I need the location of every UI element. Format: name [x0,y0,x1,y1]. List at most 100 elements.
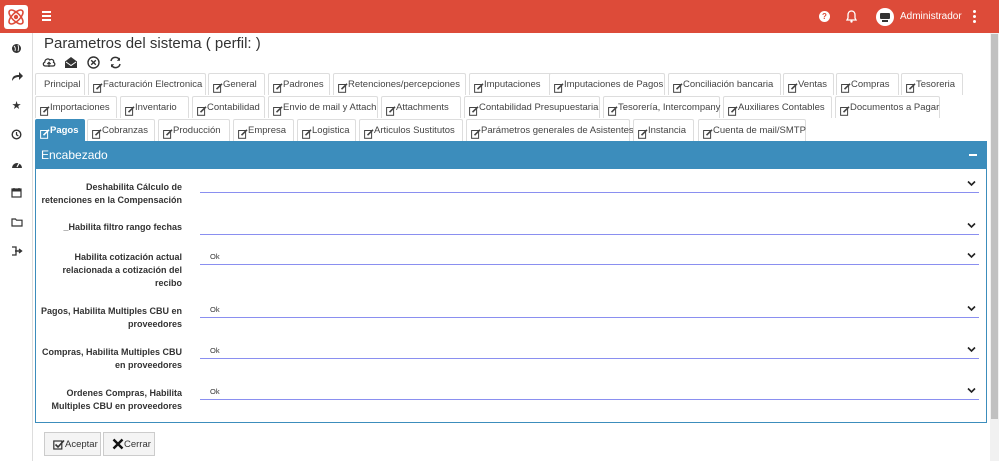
share-icon[interactable] [10,70,23,83]
tab-padrones[interactable]: Padrones [268,73,330,95]
tab-empresa[interactable]: Empresa [233,119,294,141]
tab-general[interactable]: General [208,73,265,95]
field-label-line: retenciones en la Compensación [41,195,182,205]
tab-imputaciones[interactable]: Imputaciones [469,73,552,95]
edit-icon [238,126,248,139]
collapse-icon[interactable] [969,154,977,156]
edit-icon [386,103,396,116]
user-avatar[interactable] [876,8,894,26]
field-label-line: Multiples CBU en proveedores [51,401,182,411]
field-select-value: Ok [210,346,220,355]
tab-principal[interactable]: Principal [35,73,85,95]
tab-label: Importaciones [50,102,110,113]
field-label: _Habilita filtro rango fechas [63,221,182,234]
chevron-down-icon[interactable] [967,304,976,315]
chevron-down-icon[interactable] [967,179,976,190]
edit-icon [638,126,648,139]
tab-tesorería-intercompany[interactable]: Tesorería, Intercompany [603,96,720,118]
bell-icon[interactable] [845,10,858,26]
tab-label: Inventario [135,102,177,113]
tab-logistica[interactable]: Logistica [297,119,356,141]
field-label-line: Pagos, Habilita Multiples CBU en [40,306,182,316]
menu-toggle-icon[interactable] [42,11,51,21]
close-button[interactable]: Cerrar [103,432,155,456]
field-label-line: en proveedores [114,360,182,370]
page-scrollbar-thumb[interactable] [991,34,998,419]
chevron-down-icon[interactable] [967,386,976,397]
tab-compras[interactable]: Compras [836,73,899,95]
edit-icon [92,126,102,139]
edit-icon [197,103,207,116]
chevron-down-icon[interactable] [967,251,976,262]
tab-label: Producción [173,125,221,136]
close-icon [112,438,124,450]
tab-tesoreria[interactable]: Tesoreria [901,73,963,95]
tab-importaciones[interactable]: Importaciones [35,96,117,118]
calendar-icon[interactable] [10,186,23,199]
accept-button[interactable]: Aceptar [44,432,101,456]
edit-icon [302,126,312,139]
edit-icon [213,80,223,93]
mail-open-icon[interactable] [64,55,78,69]
tab-contabilidad[interactable]: Contabilidad [192,96,265,118]
tab-producción[interactable]: Producción [158,119,230,141]
tab-ventas[interactable]: Ventas [783,73,834,95]
tab-contabilidad-presupuestaria[interactable]: Contabilidad Presupuestaria [464,96,600,118]
globe-icon[interactable] [10,42,23,55]
field-select[interactable] [200,177,979,193]
field-select[interactable]: Ok [200,249,979,265]
tab-pagos[interactable]: Pagos [35,119,85,141]
star-icon[interactable]: ★ [10,99,23,112]
tab-label: Contabilidad Presupuestaria [479,102,599,113]
tab-label: Ventas [798,79,828,90]
app-logo[interactable] [4,5,28,29]
tab-cuenta-de-mail-smtp[interactable]: Cuenta de mail/SMTP [698,119,806,141]
field-select[interactable]: Ok [200,302,979,318]
check-square-icon [53,439,65,450]
clock-icon[interactable] [10,128,23,141]
tab-imputaciones-de-pagos[interactable]: Imputaciones de Pagos [549,73,665,95]
edit-icon [673,80,683,93]
tab-label: Tesorería, Intercompany [618,102,721,113]
folder-icon[interactable] [10,215,23,228]
tab-facturación-electronica[interactable]: Facturación Electronica [88,73,206,95]
panel-header[interactable]: Encabezado [35,141,987,169]
refresh-icon[interactable] [108,55,122,69]
user-name[interactable]: Administrador [900,11,962,22]
tab-parámetros-generales-de-asistentes[interactable]: Parámetros generales de Asistentes [466,119,634,141]
edit-icon [338,80,348,93]
edit-icon [788,80,798,93]
cancel-circle-icon[interactable] [86,55,100,69]
chevron-down-icon[interactable] [967,221,976,232]
field-label-line: Ordenes Compras, Habilita [66,388,182,398]
tab-documentos-a-pagar[interactable]: Documentos a Pagar [835,96,940,118]
tab-label: Attachments [396,102,449,113]
sidebar: ★ [0,33,33,461]
tab-auxiliares-contables[interactable]: Auxiliares Contables [723,96,832,118]
tab-articulos-sustitutos[interactable]: Articulos Sustitutos [359,119,463,141]
dashboard-icon[interactable] [10,157,23,170]
tab-cobranzas[interactable]: Cobranzas [87,119,155,141]
edit-icon [840,103,850,116]
tab-label: Logistica [312,125,350,136]
upload-cloud-icon[interactable] [42,55,56,69]
tab-label: Tesoreria [916,79,956,90]
field-select[interactable]: Ok [200,343,979,359]
help-icon[interactable]: ? [819,11,830,22]
field-label: Pagos, Habilita Multiples CBU en proveedo… [41,305,182,331]
tab-instancia[interactable]: Instancia [633,119,694,141]
edit-icon [471,126,481,139]
logout-icon[interactable] [10,244,23,257]
more-options-icon[interactable] [973,10,977,23]
tab-conciliación-bancaria[interactable]: Conciliación bancaria [668,73,781,95]
chevron-down-icon[interactable] [967,345,976,356]
tab-retenciones-percepciones[interactable]: Retenciones/percepciones [333,73,466,95]
field-select[interactable]: Ok [200,384,979,400]
tab-inventario[interactable]: Inventario [120,96,189,118]
tab-attachments[interactable]: Attachments [381,96,461,118]
edit-icon [125,103,135,116]
field-select[interactable] [200,219,979,235]
edit-icon [703,126,713,139]
tab-envio-de-mail-y-attach[interactable]: Envio de mail y Attach [268,96,378,118]
edit-icon [93,80,103,93]
